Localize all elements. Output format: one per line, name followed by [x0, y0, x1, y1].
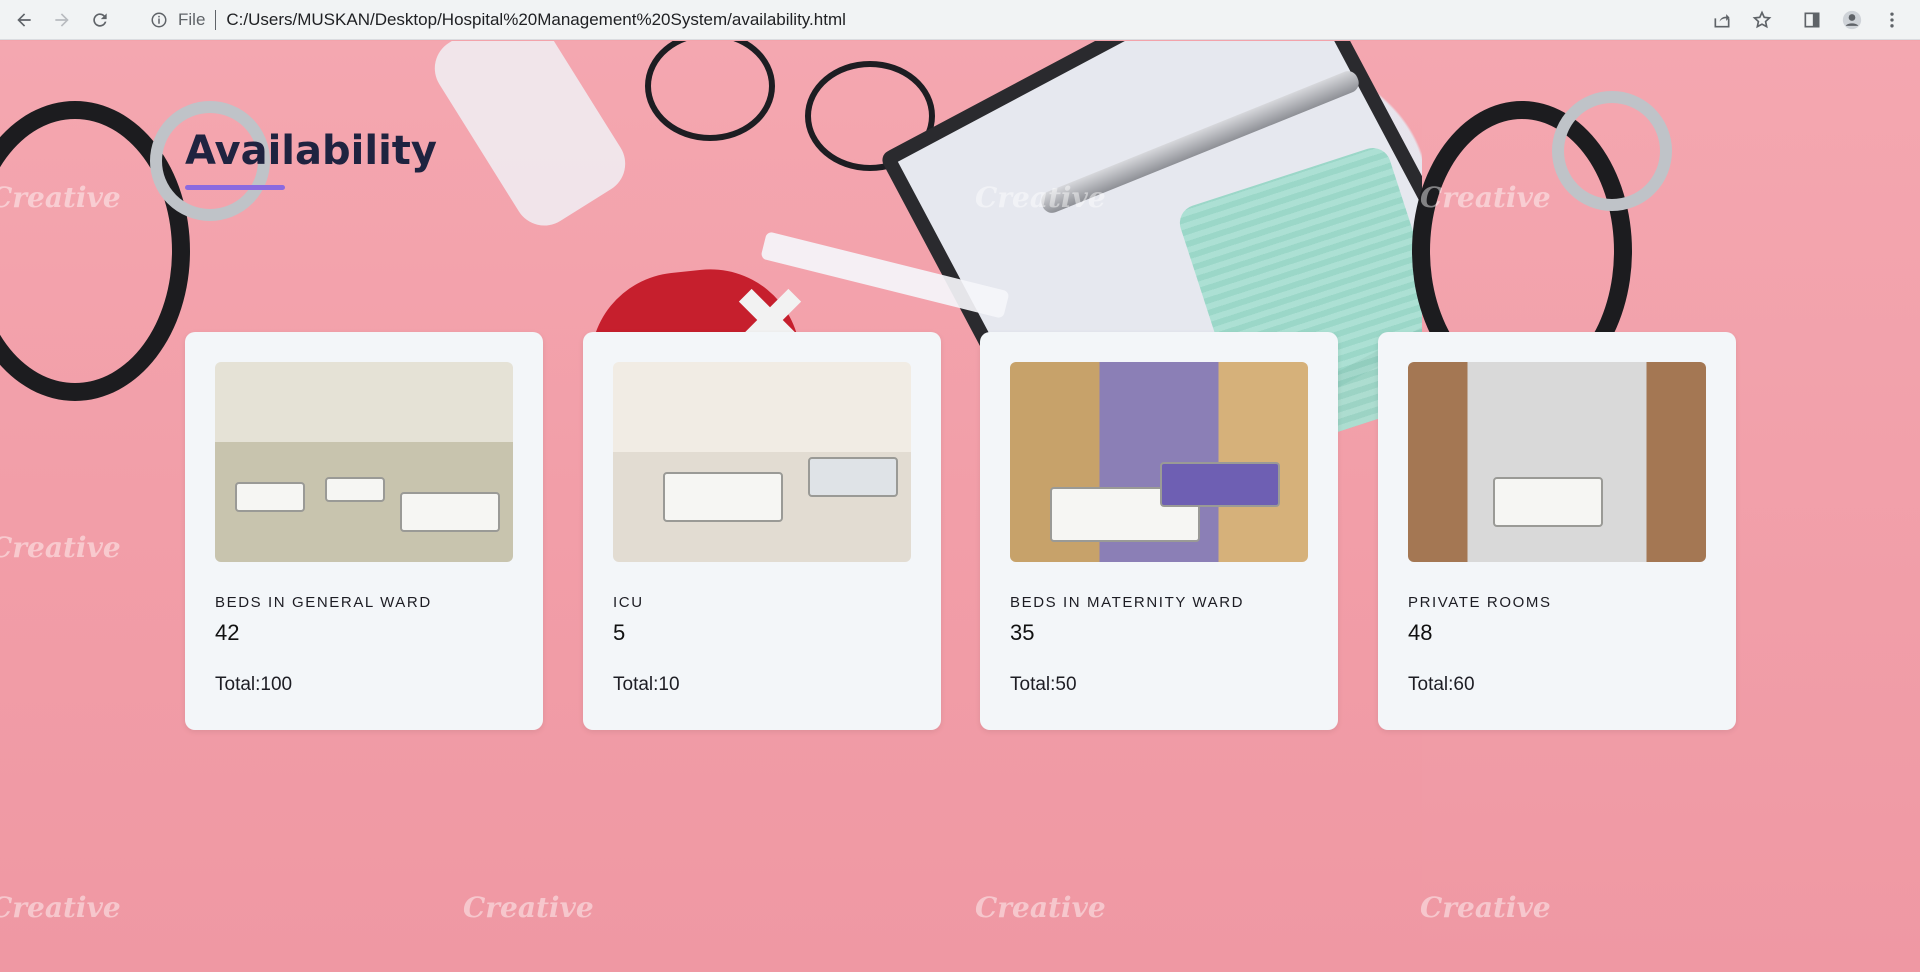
forward-icon[interactable]: [48, 6, 76, 34]
side-panel-icon[interactable]: [1798, 6, 1826, 34]
decor-stethoscope-head: [1552, 91, 1672, 211]
availability-card: ICU 5 Total:10: [583, 332, 941, 730]
menu-kebab-icon[interactable]: [1878, 6, 1906, 34]
watermark: Creative: [0, 181, 121, 214]
maternity-ward-image: [1010, 362, 1308, 562]
general-ward-image: [215, 362, 513, 562]
card-total: Total:10: [613, 674, 680, 695]
bookmark-star-icon[interactable]: [1748, 6, 1776, 34]
watermark: Creative: [463, 891, 594, 924]
watermark: Creative: [975, 181, 1106, 214]
back-icon[interactable]: [10, 6, 38, 34]
card-label: BEDS IN GENERAL WARD: [215, 594, 432, 611]
card-label: PRIVATE ROOMS: [1408, 594, 1552, 611]
share-icon[interactable]: [1708, 6, 1736, 34]
card-label: BEDS IN MATERNITY WARD: [1010, 594, 1245, 611]
availability-card: BEDS IN GENERAL WARD 42 Total:100: [185, 332, 543, 730]
card-count: 48: [1408, 620, 1433, 645]
profile-avatar-icon[interactable]: [1838, 6, 1866, 34]
info-icon[interactable]: [150, 11, 168, 29]
private-room-image: [1408, 362, 1706, 562]
watermark: Creative: [975, 891, 1106, 924]
availability-card: BEDS IN MATERNITY WARD 35 Total:50: [980, 332, 1338, 730]
page-title: Availability: [185, 128, 437, 174]
watermark: Creative: [1420, 891, 1551, 924]
separator: [215, 10, 217, 30]
card-total: Total:60: [1408, 674, 1475, 695]
card-count: 35: [1010, 620, 1035, 645]
watermark: Creative: [1420, 181, 1551, 214]
card-label: ICU: [613, 594, 644, 611]
title-underline: [185, 185, 285, 190]
card-total: Total:100: [215, 674, 293, 695]
card-count: 5: [613, 620, 626, 645]
address-bar[interactable]: File C:/Users/MUSKAN/Desktop/Hospital%20…: [138, 4, 1778, 36]
icu-image: [613, 362, 911, 562]
decor-glasses-left: [645, 41, 775, 141]
watermark: Creative: [0, 531, 121, 564]
decor-bottle: [423, 41, 637, 237]
reload-icon[interactable]: [86, 6, 114, 34]
card-count: 42: [215, 620, 240, 645]
scheme-label: File: [178, 10, 206, 29]
card-total: Total:50: [1010, 674, 1077, 695]
watermark: Creative: [0, 891, 121, 924]
url-text[interactable]: C:/Users/MUSKAN/Desktop/Hospital%20Manag…: [226, 10, 845, 30]
browser-toolbar: File C:/Users/MUSKAN/Desktop/Hospital%20…: [0, 0, 1920, 40]
availability-card: PRIVATE ROOMS 48 Total:60: [1378, 332, 1736, 730]
